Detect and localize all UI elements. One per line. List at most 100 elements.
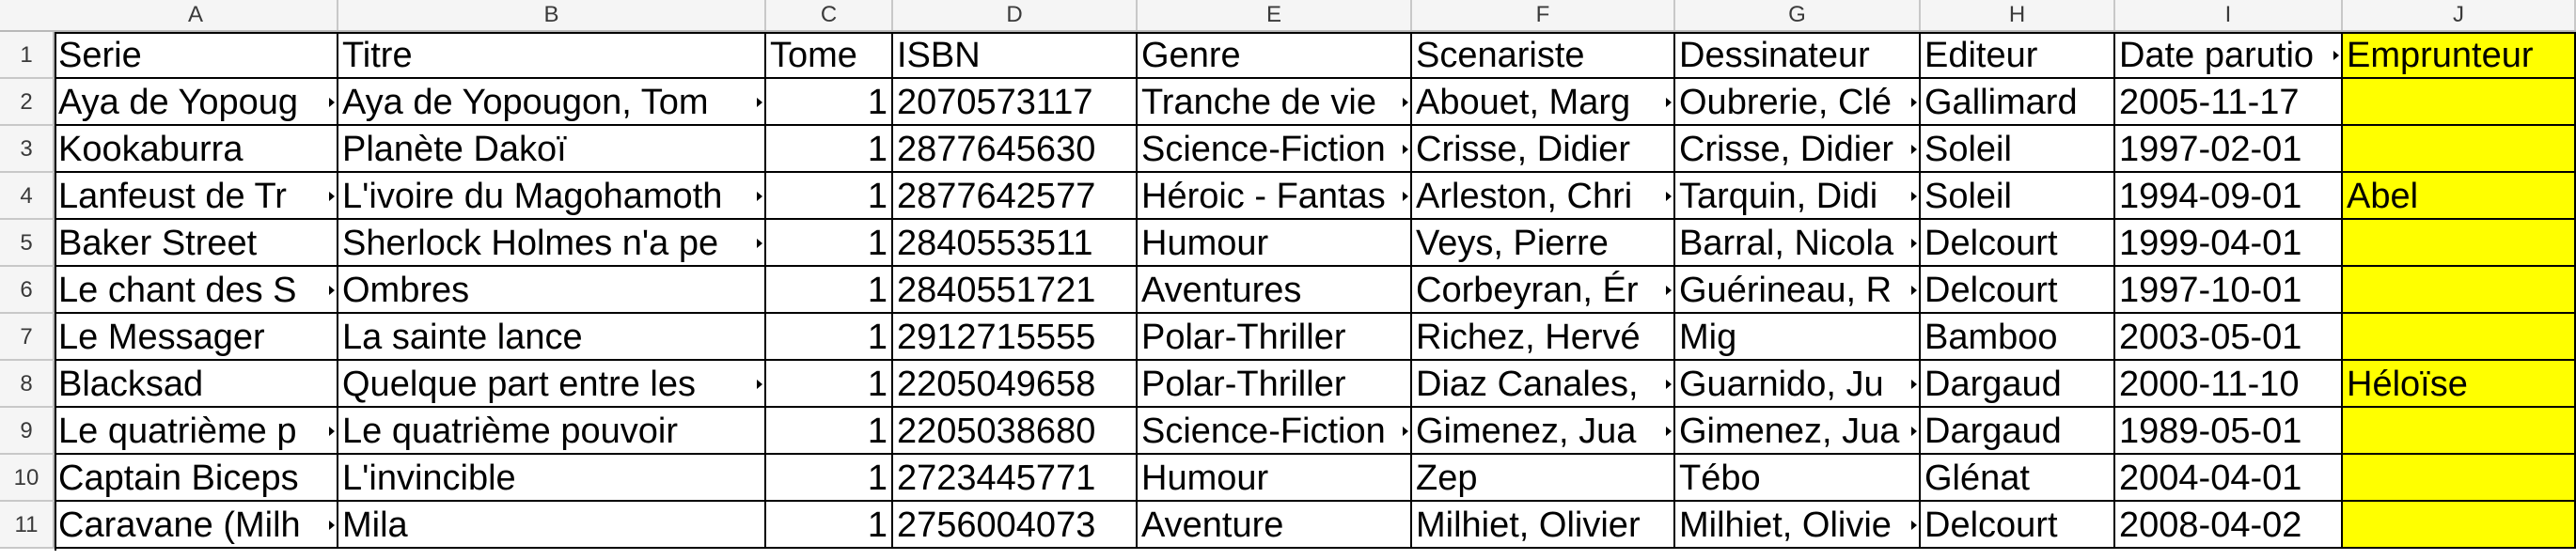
cell-serie-r10[interactable]: Captain Biceps xyxy=(55,455,338,502)
cell-editeur-r6[interactable]: Delcourt xyxy=(1921,267,2115,314)
cell-emprunteur-r8[interactable]: Héloïse xyxy=(2343,361,2576,408)
cell-titre-r1[interactable]: Titre xyxy=(338,32,766,79)
cell-editeur-r7[interactable]: Bamboo xyxy=(1921,314,2115,361)
column-header-b[interactable]: B xyxy=(338,0,766,30)
cell-editeur-r9[interactable]: Dargaud xyxy=(1921,408,2115,455)
cell-titre-r10[interactable]: L'invincible xyxy=(338,455,766,502)
cell-scenariste-r4[interactable]: Arleston, Chri xyxy=(1412,173,1675,220)
cell-editeur-r2[interactable]: Gallimard xyxy=(1921,79,2115,126)
cell-tome-r4[interactable]: 1 xyxy=(766,173,893,220)
cell-tome-r3[interactable]: 1 xyxy=(766,126,893,173)
cell-tome-r2[interactable]: 1 xyxy=(766,79,893,126)
cell-scenariste-r10[interactable]: Zep xyxy=(1412,455,1675,502)
column-header-f[interactable]: F xyxy=(1412,0,1675,30)
cell-scenariste-r1[interactable]: Scenariste xyxy=(1412,32,1675,79)
cell-scenariste-r3[interactable]: Crisse, Didier xyxy=(1412,126,1675,173)
row-header-8[interactable]: 8 xyxy=(0,361,55,408)
cell-dessinateur-r6[interactable]: Guérineau, R xyxy=(1675,267,1921,314)
cell-genre-r4[interactable]: Héroic - Fantas xyxy=(1138,173,1412,220)
cell-tome-r8[interactable]: 1 xyxy=(766,361,893,408)
row-header-7[interactable]: 7 xyxy=(0,314,55,361)
cell-dessinateur-r8[interactable]: Guarnido, Ju xyxy=(1675,361,1921,408)
cell-serie-r2[interactable]: Aya de Yopoug xyxy=(55,79,338,126)
row-header-5[interactable]: 5 xyxy=(0,220,55,267)
cell-date-parution-r7[interactable]: 2003-05-01 xyxy=(2115,314,2343,361)
cell-isbn-r10[interactable]: 2723445771 xyxy=(893,455,1138,502)
cell-editeur-r10[interactable]: Glénat xyxy=(1921,455,2115,502)
cell-dessinateur-r10[interactable]: Tébo xyxy=(1675,455,1921,502)
cell-date-parution-r11[interactable]: 2008-04-02 xyxy=(2115,502,2343,549)
cell-genre-r2[interactable]: Tranche de vie xyxy=(1138,79,1412,126)
cell-genre-r3[interactable]: Science-Fiction xyxy=(1138,126,1412,173)
cell-serie-r6[interactable]: Le chant des S xyxy=(55,267,338,314)
cell-date-parution-r8[interactable]: 2000-11-10 xyxy=(2115,361,2343,408)
cell-editeur-r4[interactable]: Soleil xyxy=(1921,173,2115,220)
cell-titre-r4[interactable]: L'ivoire du Magohamoth xyxy=(338,173,766,220)
cell-dessinateur-r7[interactable]: Mig xyxy=(1675,314,1921,361)
cell-dessinateur-r11[interactable]: Milhiet, Olivie xyxy=(1675,502,1921,549)
cell-serie-r11[interactable]: Caravane (Milh xyxy=(55,502,338,549)
cell-serie-r9[interactable]: Le quatrième p xyxy=(55,408,338,455)
cell-isbn-r3[interactable]: 2877645630 xyxy=(893,126,1138,173)
column-header-j[interactable]: J xyxy=(2343,0,2576,30)
cell-editeur-r5[interactable]: Delcourt xyxy=(1921,220,2115,267)
cell-scenariste-r7[interactable]: Richez, Hervé xyxy=(1412,314,1675,361)
cell-scenariste-r8[interactable]: Diaz Canales, xyxy=(1412,361,1675,408)
cell-scenariste-r5[interactable]: Veys, Pierre xyxy=(1412,220,1675,267)
column-header-c[interactable]: C xyxy=(766,0,893,30)
cell-editeur-r8[interactable]: Dargaud xyxy=(1921,361,2115,408)
cell-genre-r11[interactable]: Aventure xyxy=(1138,502,1412,549)
row-header-11[interactable]: 11 xyxy=(0,502,55,549)
cell-scenariste-r6[interactable]: Corbeyran, Ér xyxy=(1412,267,1675,314)
column-header-e[interactable]: E xyxy=(1138,0,1412,30)
cell-dessinateur-r5[interactable]: Barral, Nicola xyxy=(1675,220,1921,267)
cell-serie-r8[interactable]: Blacksad xyxy=(55,361,338,408)
row-header-1[interactable]: 1 xyxy=(0,32,55,79)
cell-tome-r7[interactable]: 1 xyxy=(766,314,893,361)
column-header-d[interactable]: D xyxy=(893,0,1138,30)
cell-date-parution-r10[interactable]: 2004-04-01 xyxy=(2115,455,2343,502)
row-header-3[interactable]: 3 xyxy=(0,126,55,173)
cell-scenariste-r9[interactable]: Gimenez, Jua xyxy=(1412,408,1675,455)
cell-date-parution-r1[interactable]: Date parutio xyxy=(2115,32,2343,79)
cell-emprunteur-r1[interactable]: Emprunteur xyxy=(2343,32,2576,79)
row-header-2[interactable]: 2 xyxy=(0,79,55,126)
cell-serie-r4[interactable]: Lanfeust de Tr xyxy=(55,173,338,220)
cell-isbn-r11[interactable]: 2756004073 xyxy=(893,502,1138,549)
cell-genre-r8[interactable]: Polar-Thriller xyxy=(1138,361,1412,408)
cell-isbn-r7[interactable]: 2912715555 xyxy=(893,314,1138,361)
cell-emprunteur-r9[interactable] xyxy=(2343,408,2576,455)
cell-emprunteur-r2[interactable] xyxy=(2343,79,2576,126)
cell-emprunteur-r7[interactable] xyxy=(2343,314,2576,361)
cell-serie-r3[interactable]: Kookaburra xyxy=(55,126,338,173)
cell-isbn-r6[interactable]: 2840551721 xyxy=(893,267,1138,314)
cell-genre-r5[interactable]: Humour xyxy=(1138,220,1412,267)
cell-date-parution-r3[interactable]: 1997-02-01 xyxy=(2115,126,2343,173)
cell-emprunteur-r6[interactable] xyxy=(2343,267,2576,314)
cell-isbn-r5[interactable]: 2840553511 xyxy=(893,220,1138,267)
cell-isbn-r1[interactable]: ISBN xyxy=(893,32,1138,79)
row-header-6[interactable]: 6 xyxy=(0,267,55,314)
cell-titre-r8[interactable]: Quelque part entre les xyxy=(338,361,766,408)
cell-emprunteur-r3[interactable] xyxy=(2343,126,2576,173)
cell-serie-r5[interactable]: Baker Street xyxy=(55,220,338,267)
cell-tome-r9[interactable]: 1 xyxy=(766,408,893,455)
column-header-h[interactable]: H xyxy=(1921,0,2115,30)
cell-scenariste-r11[interactable]: Milhiet, Olivier xyxy=(1412,502,1675,549)
cell-editeur-r3[interactable]: Soleil xyxy=(1921,126,2115,173)
column-header-i[interactable]: I xyxy=(2115,0,2343,30)
cell-isbn-r2[interactable]: 2070573117 xyxy=(893,79,1138,126)
cell-genre-r1[interactable]: Genre xyxy=(1138,32,1412,79)
cell-dessinateur-r1[interactable]: Dessinateur xyxy=(1675,32,1921,79)
row-header-4[interactable]: 4 xyxy=(0,173,55,220)
cell-titre-r6[interactable]: Ombres xyxy=(338,267,766,314)
cell-tome-r1[interactable]: Tome xyxy=(766,32,893,79)
cell-titre-r9[interactable]: Le quatrième pouvoir xyxy=(338,408,766,455)
cell-genre-r6[interactable]: Aventures xyxy=(1138,267,1412,314)
cell-tome-r5[interactable]: 1 xyxy=(766,220,893,267)
row-header-9[interactable]: 9 xyxy=(0,408,55,455)
cell-isbn-r9[interactable]: 2205038680 xyxy=(893,408,1138,455)
cell-dessinateur-r9[interactable]: Gimenez, Jua xyxy=(1675,408,1921,455)
cell-date-parution-r4[interactable]: 1994-09-01 xyxy=(2115,173,2343,220)
cell-dessinateur-r3[interactable]: Crisse, Didier xyxy=(1675,126,1921,173)
